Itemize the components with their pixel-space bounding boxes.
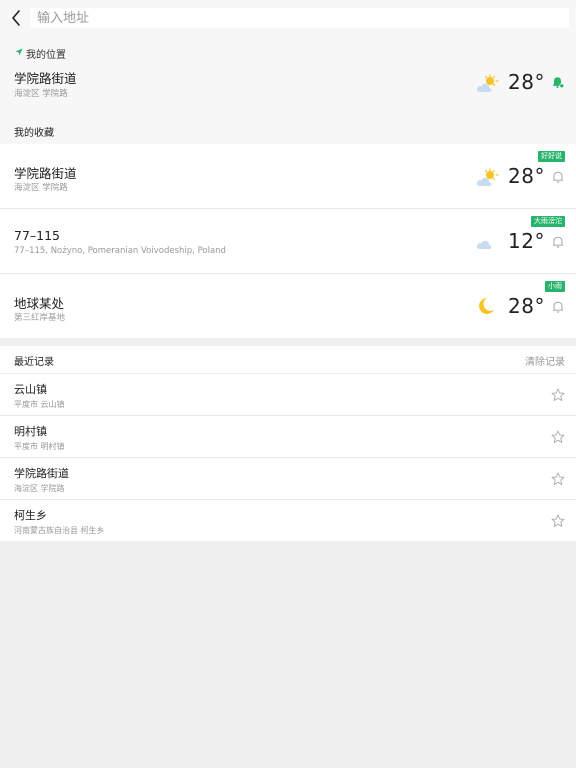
back-arrow-icon[interactable] <box>10 9 24 27</box>
recent-item-title: 云山镇 <box>14 383 47 396</box>
bell-icon[interactable] <box>551 170 565 184</box>
favorite-temperature: 12° <box>508 229 545 253</box>
weather-alert-badge: 小雨 <box>545 281 565 292</box>
recent-item-title: 柯生乡 <box>14 509 47 522</box>
search-bar <box>0 0 576 36</box>
favorite-card[interactable]: 地球某处 第三红岸基地 小雨 28° <box>0 274 576 338</box>
star-icon[interactable] <box>551 388 565 402</box>
top-section: 我的位置 学院路街道 海淀区 学院路 28° <box>0 0 576 116</box>
recent-item-subtitle: 平度市 云山镇 <box>14 400 65 409</box>
weather-alert-badge: 好好说 <box>538 151 565 162</box>
bell-icon[interactable] <box>551 235 565 249</box>
recent-item[interactable]: 明村镇 平度市 明村镇 <box>0 416 576 458</box>
star-icon[interactable] <box>551 430 565 444</box>
recent-section: 最近记录 清除记录 云山镇 平度市 云山镇 明村镇 平度市 明村镇 学院路街道 … <box>0 346 576 541</box>
favorite-title: 学院路街道 <box>14 166 77 181</box>
favorite-subtitle: 海淀区 学院路 <box>14 183 68 193</box>
favorite-temperature: 28° <box>508 294 545 318</box>
partly-sunny-icon <box>476 74 499 92</box>
cloud-icon <box>476 240 492 249</box>
recent-header-label: 最近记录 <box>14 357 54 368</box>
favorite-temperature: 28° <box>508 164 545 188</box>
recent-item-subtitle: 河南蒙古族自治县 柯生乡 <box>14 526 105 535</box>
star-icon[interactable] <box>551 472 565 486</box>
favorite-subtitle: 77–115, Nożyno, Pomeranian Voivodeship, … <box>14 246 226 256</box>
recent-item-subtitle: 平度市 明村镇 <box>14 442 65 451</box>
recent-header: 最近记录 清除记录 <box>0 346 576 374</box>
bell-icon[interactable] <box>551 300 565 314</box>
my-location-title[interactable]: 学院路街道 <box>14 68 77 87</box>
recent-item-subtitle: 海淀区 学院路 <box>14 484 65 493</box>
my-location-subtitle: 海淀区 学院路 <box>14 89 68 99</box>
star-icon[interactable] <box>551 514 565 528</box>
favorite-card[interactable]: 77–115 77–115, Nożyno, Pomeranian Voivod… <box>0 209 576 273</box>
favorite-subtitle: 第三红岸基地 <box>14 313 66 323</box>
moon-icon <box>479 298 494 314</box>
recent-item-title: 明村镇 <box>14 425 47 438</box>
my-location-temperature: 28° <box>508 70 545 94</box>
recent-item-title: 学院路街道 <box>14 467 69 480</box>
recent-item[interactable]: 云山镇 平度市 云山镇 <box>0 374 576 416</box>
favorite-title: 地球某处 <box>14 296 65 311</box>
location-arrow-icon <box>15 48 23 56</box>
alert-on-bell-icon[interactable] <box>551 75 565 89</box>
clear-history-button[interactable]: 清除记录 <box>525 353 565 368</box>
recent-item[interactable]: 学院路街道 海淀区 学院路 <box>0 458 576 500</box>
favorites-header-label: 我的收藏 <box>14 128 54 139</box>
my-location-label: 我的位置 <box>26 50 66 61</box>
weather-alert-badge: 大雨滂沱 <box>531 216 565 227</box>
favorite-title: 77–115 <box>14 228 61 243</box>
favorites-header: 我的收藏 <box>0 116 576 144</box>
recent-item[interactable]: 柯生乡 河南蒙古族自治县 柯生乡 <box>0 500 576 542</box>
partly-sunny-icon <box>476 168 499 186</box>
search-input[interactable] <box>30 8 569 28</box>
favorite-card[interactable]: 学院路街道 海淀区 学院路 好好说 28° <box>0 144 576 208</box>
